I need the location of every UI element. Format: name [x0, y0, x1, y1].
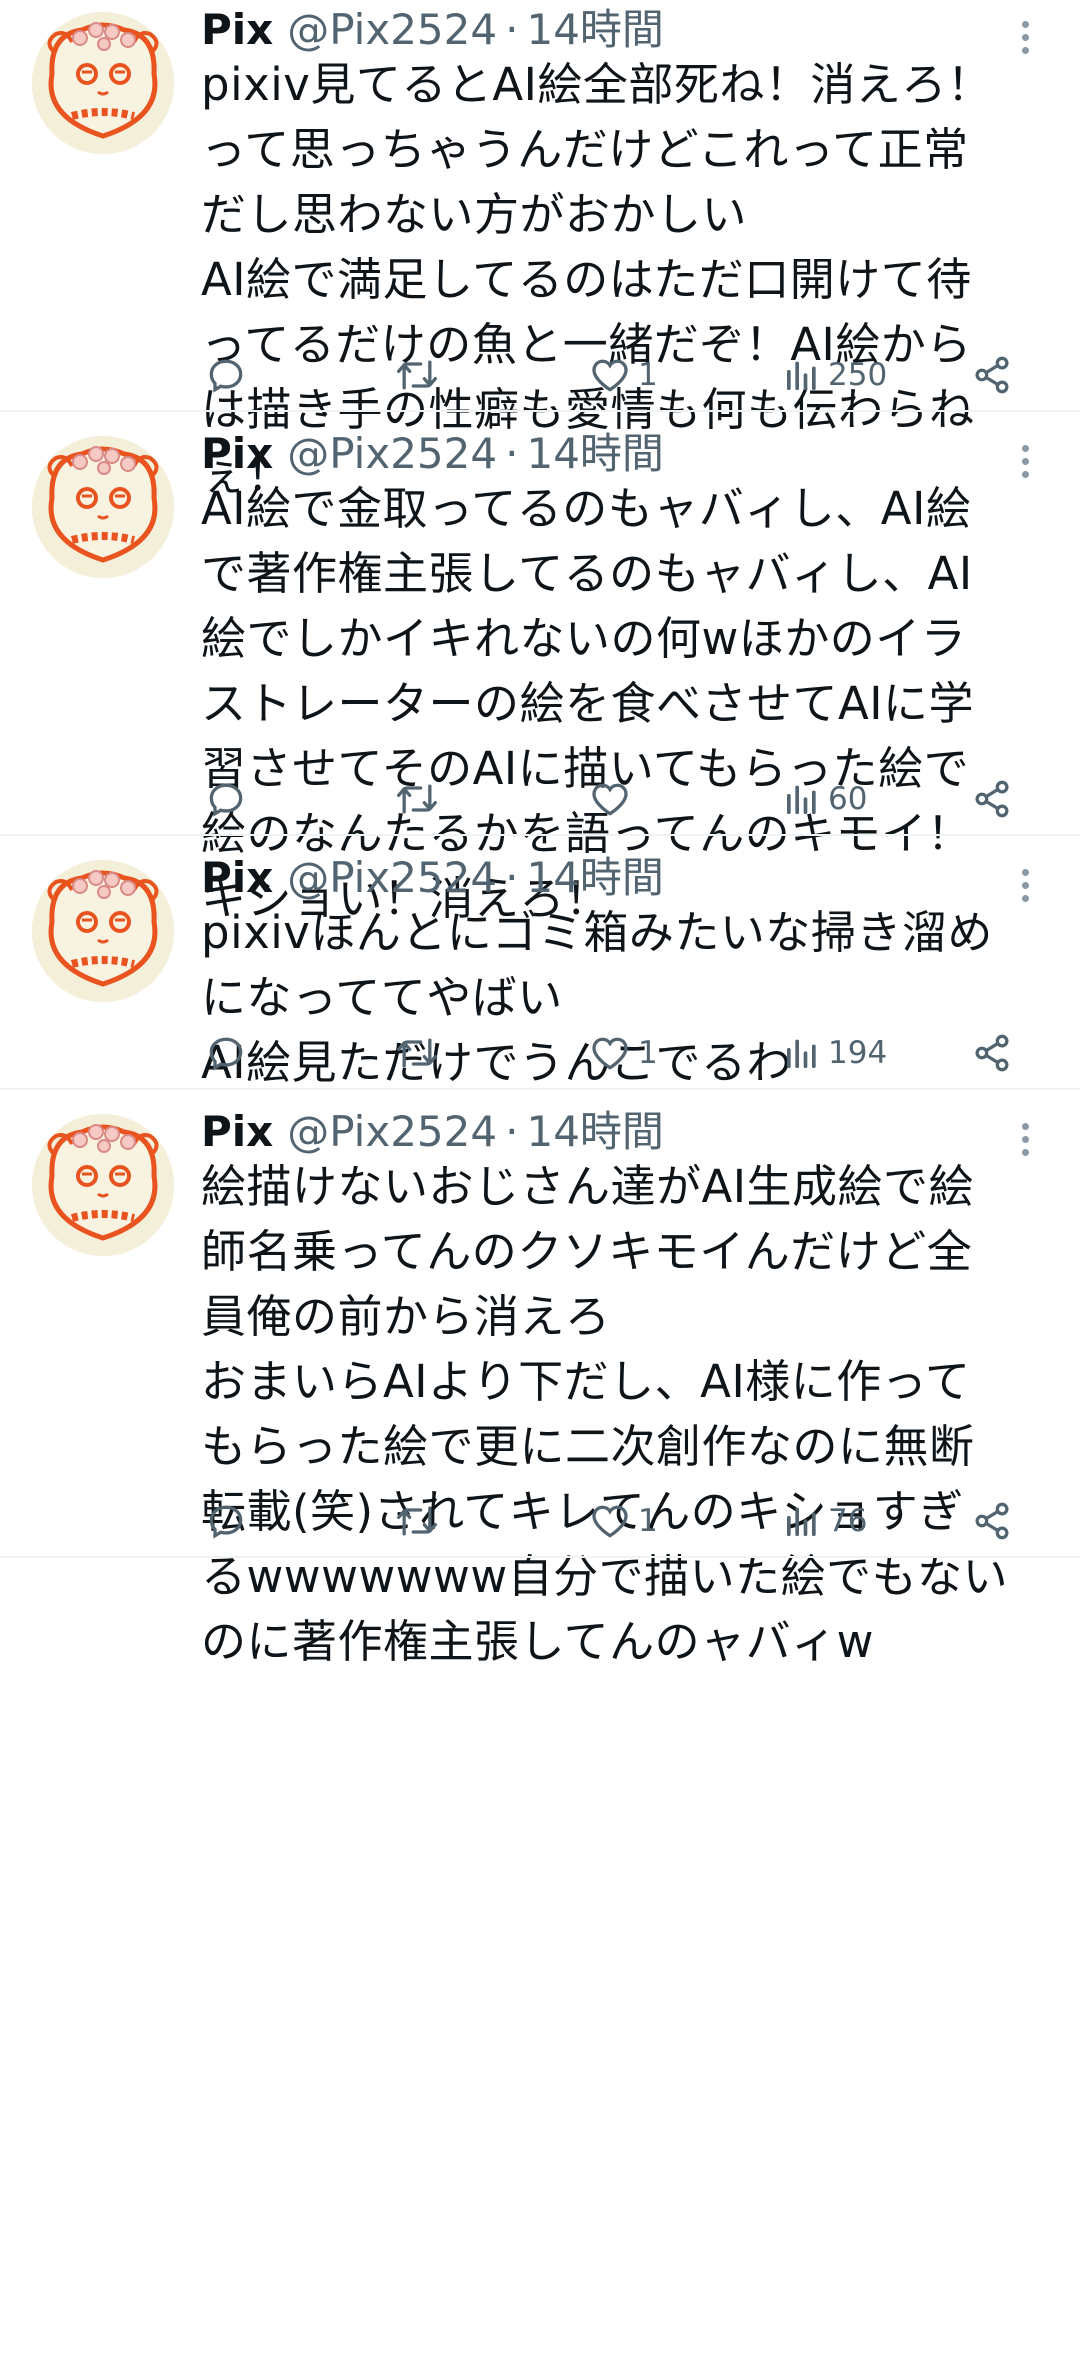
reply-icon: [204, 777, 248, 821]
heart-icon: [588, 1031, 632, 1075]
view-count: 76: [828, 1503, 868, 1539]
like-count: 1: [638, 1035, 658, 1071]
share-button[interactable]: [970, 774, 1014, 824]
retweet-button[interactable]: [392, 1028, 442, 1078]
views-icon: [782, 355, 822, 395]
reply-icon: [204, 1499, 248, 1543]
like-button[interactable]: [588, 774, 638, 824]
separator-dot: ·: [505, 1107, 519, 1156]
share-icon: [970, 353, 1014, 397]
tweet-header: Pix @Pix2524 · 14時間: [201, 0, 664, 60]
share-icon: [970, 1499, 1014, 1543]
retweet-icon: [392, 1031, 442, 1075]
heart-icon: [588, 1499, 632, 1543]
tweet-header: Pix @Pix2524 · 14時間: [201, 848, 664, 908]
heart-icon: [588, 777, 632, 821]
separator-dot: ·: [505, 853, 519, 902]
timestamp[interactable]: 14時間: [526, 1102, 663, 1162]
share-button[interactable]: [970, 350, 1014, 400]
timestamp[interactable]: 14時間: [526, 848, 663, 908]
views-button[interactable]: 250: [782, 350, 887, 400]
share-button[interactable]: [970, 1028, 1014, 1078]
retweet-button[interactable]: [392, 774, 442, 824]
user-handle[interactable]: @Pix2524: [287, 1102, 497, 1162]
reply-button[interactable]: [204, 1496, 248, 1546]
avatar[interactable]: [32, 12, 174, 154]
views-button[interactable]: 76: [782, 1496, 867, 1546]
avatar[interactable]: [32, 436, 174, 578]
display-name[interactable]: Pix: [201, 848, 273, 908]
tweet-divider: [0, 1088, 1080, 1090]
user-handle[interactable]: @Pix2524: [287, 424, 497, 484]
heart-icon: [588, 353, 632, 397]
tweet-header: Pix @Pix2524 · 14時間: [201, 424, 664, 484]
reply-button[interactable]: [204, 350, 248, 400]
reply-button[interactable]: [204, 1028, 248, 1078]
user-handle[interactable]: @Pix2524: [287, 0, 497, 60]
avatar[interactable]: [32, 860, 174, 1002]
retweet-icon: [392, 1499, 442, 1543]
share-button[interactable]: [970, 1496, 1014, 1546]
display-name[interactable]: Pix: [201, 0, 273, 60]
reply-icon: [204, 353, 248, 397]
views-icon: [782, 1501, 822, 1541]
timestamp[interactable]: 14時間: [526, 0, 663, 60]
display-name[interactable]: Pix: [201, 1102, 273, 1162]
retweet-button[interactable]: [392, 350, 442, 400]
tweet-divider: [0, 1556, 1080, 1558]
timestamp[interactable]: 14時間: [526, 424, 663, 484]
retweet-icon: [392, 777, 442, 821]
display-name[interactable]: Pix: [201, 424, 273, 484]
separator-dot: ·: [505, 429, 519, 478]
tweet-header: Pix @Pix2524 · 14時間: [201, 1102, 664, 1162]
tweet-text: 絵描けないおじさん達がAI生成絵で絵 師名乗ってんのクソキモイんだけど全 員俺の…: [201, 1160, 1009, 1668]
views-button[interactable]: 194: [782, 1028, 887, 1078]
like-button[interactable]: 1: [588, 1028, 658, 1078]
tweet-divider: [0, 410, 1080, 412]
view-count: 60: [828, 781, 868, 817]
reply-button[interactable]: [204, 774, 248, 824]
user-handle[interactable]: @Pix2524: [287, 848, 497, 908]
like-button[interactable]: 1: [588, 1496, 658, 1546]
view-count: 194: [828, 1035, 888, 1071]
like-button[interactable]: 1: [588, 350, 658, 400]
views-button[interactable]: 60: [782, 774, 867, 824]
tweet-divider: [0, 834, 1080, 836]
avatar[interactable]: [32, 1114, 174, 1256]
separator-dot: ·: [505, 5, 519, 54]
retweet-icon: [392, 353, 442, 397]
share-icon: [970, 1031, 1014, 1075]
retweet-button[interactable]: [392, 1496, 442, 1546]
view-count: 250: [828, 357, 888, 393]
reply-icon: [204, 1031, 248, 1075]
views-icon: [782, 779, 822, 819]
like-count: 1: [638, 357, 658, 393]
share-icon: [970, 777, 1014, 821]
like-count: 1: [638, 1503, 658, 1539]
views-icon: [782, 1033, 822, 1073]
